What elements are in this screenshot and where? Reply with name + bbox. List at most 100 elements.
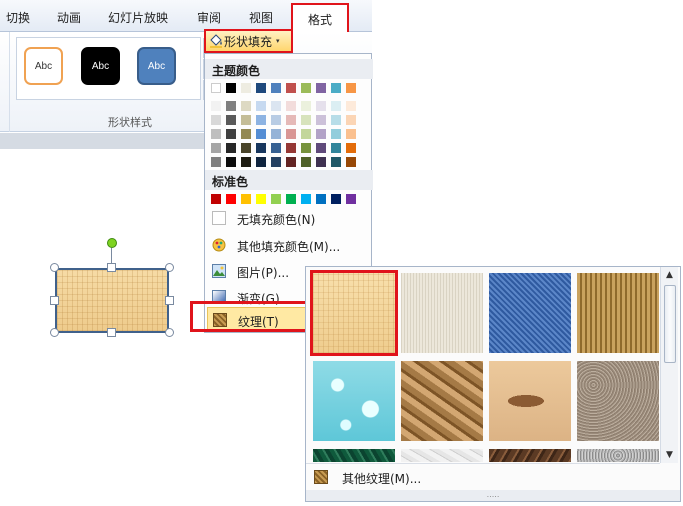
shape-style-orange-outline[interactable]: Abc <box>24 47 63 85</box>
menu-item-no-fill[interactable]: 无填充颜色(N) <box>205 206 373 230</box>
texture-denim[interactable] <box>489 273 571 353</box>
theme-color-swatch[interactable] <box>301 83 311 93</box>
theme-shade-swatch[interactable] <box>256 157 266 167</box>
resize-handle-right[interactable] <box>165 296 174 305</box>
tab-review[interactable]: 审阅 <box>197 9 221 26</box>
theme-shade-swatch[interactable] <box>346 101 356 111</box>
texture-white-marble[interactable] <box>401 449 483 462</box>
theme-shade-swatch[interactable] <box>256 129 266 139</box>
standard-color-swatch[interactable] <box>331 194 341 204</box>
theme-shade-swatch[interactable] <box>331 129 341 139</box>
rotation-handle[interactable] <box>107 238 117 248</box>
theme-shade-swatch[interactable] <box>226 101 236 111</box>
standard-color-swatch[interactable] <box>241 194 251 204</box>
tab-transitions[interactable]: 切换 <box>6 9 30 26</box>
menu-item-more-colors[interactable]: 其他填充颜色(M)... <box>205 233 373 257</box>
standard-color-swatch[interactable] <box>346 194 356 204</box>
theme-shade-swatch[interactable] <box>211 101 221 111</box>
texture-green-marble[interactable] <box>313 449 395 462</box>
theme-shade-swatch[interactable] <box>331 115 341 125</box>
theme-shade-swatch[interactable] <box>286 115 296 125</box>
scroll-down-icon[interactable]: ▼ <box>663 449 676 461</box>
texture-granite[interactable] <box>577 449 659 462</box>
scroll-up-icon[interactable]: ▲ <box>663 269 676 281</box>
theme-shade-swatch[interactable] <box>301 115 311 125</box>
theme-color-swatch[interactable] <box>226 83 236 93</box>
texture-papyrus[interactable] <box>310 270 398 356</box>
theme-shade-swatch[interactable] <box>316 115 326 125</box>
resize-handle-bottom-right[interactable] <box>165 328 174 337</box>
theme-shade-swatch[interactable] <box>316 101 326 111</box>
standard-color-swatch[interactable] <box>211 194 221 204</box>
theme-shade-swatch[interactable] <box>271 101 281 111</box>
standard-color-swatch[interactable] <box>256 194 266 204</box>
theme-color-swatch[interactable] <box>241 83 251 93</box>
theme-shade-swatch[interactable] <box>316 143 326 153</box>
resize-handle-top-right[interactable] <box>165 263 174 272</box>
texture-water-droplets[interactable] <box>313 361 395 441</box>
theme-shade-swatch[interactable] <box>316 157 326 167</box>
texture-sand[interactable] <box>577 361 659 441</box>
theme-shade-swatch[interactable] <box>226 143 236 153</box>
tab-animations[interactable]: 动画 <box>57 9 81 26</box>
resize-grip[interactable]: ..... <box>306 490 680 501</box>
theme-color-swatch[interactable] <box>331 83 341 93</box>
standard-color-swatch[interactable] <box>301 194 311 204</box>
theme-shade-swatch[interactable] <box>226 157 236 167</box>
theme-shade-swatch[interactable] <box>241 157 251 167</box>
theme-shade-swatch[interactable] <box>316 129 326 139</box>
theme-shade-swatch[interactable] <box>256 115 266 125</box>
theme-shade-swatch[interactable] <box>286 157 296 167</box>
standard-color-swatch[interactable] <box>271 194 281 204</box>
theme-shade-swatch[interactable] <box>211 143 221 153</box>
theme-shade-swatch[interactable] <box>331 101 341 111</box>
theme-shade-swatch[interactable] <box>286 129 296 139</box>
resize-handle-top[interactable] <box>107 263 116 272</box>
resize-handle-left[interactable] <box>50 296 59 305</box>
theme-color-swatch[interactable] <box>346 83 356 93</box>
theme-shade-swatch[interactable] <box>331 143 341 153</box>
texture-paper-bag[interactable] <box>401 361 483 441</box>
texture-scrollbar[interactable]: ▲ ▼ <box>660 267 678 463</box>
theme-shade-swatch[interactable] <box>241 101 251 111</box>
theme-shade-swatch[interactable] <box>256 101 266 111</box>
theme-color-swatch[interactable] <box>271 83 281 93</box>
tab-slideshow[interactable]: 幻灯片放映 <box>108 9 168 26</box>
theme-shade-swatch[interactable] <box>271 115 281 125</box>
theme-shade-swatch[interactable] <box>331 157 341 167</box>
theme-color-swatch[interactable] <box>211 83 221 93</box>
theme-shade-swatch[interactable] <box>271 143 281 153</box>
shape-style-black[interactable]: Abc <box>81 47 120 85</box>
theme-shade-swatch[interactable] <box>301 143 311 153</box>
theme-color-swatch[interactable] <box>316 83 326 93</box>
tab-format[interactable]: 格式 <box>291 3 349 32</box>
theme-shade-swatch[interactable] <box>301 157 311 167</box>
theme-shade-swatch[interactable] <box>271 129 281 139</box>
scroll-thumb[interactable] <box>664 285 676 363</box>
theme-shade-swatch[interactable] <box>301 129 311 139</box>
standard-color-swatch[interactable] <box>316 194 326 204</box>
theme-shade-swatch[interactable] <box>226 115 236 125</box>
theme-color-swatch[interactable] <box>286 83 296 93</box>
theme-shade-swatch[interactable] <box>346 115 356 125</box>
more-textures-item[interactable]: 其他纹理(M)... <box>306 464 680 490</box>
theme-shade-swatch[interactable] <box>211 157 221 167</box>
texture-canvas[interactable] <box>401 273 483 353</box>
standard-color-swatch[interactable] <box>226 194 236 204</box>
texture-fish-fossil[interactable] <box>489 361 571 441</box>
tab-view[interactable]: 视图 <box>249 9 273 26</box>
texture-woven-mat[interactable] <box>577 273 659 353</box>
theme-shade-swatch[interactable] <box>346 157 356 167</box>
theme-shade-swatch[interactable] <box>301 101 311 111</box>
theme-shade-swatch[interactable] <box>346 143 356 153</box>
theme-shade-swatch[interactable] <box>241 115 251 125</box>
shape-style-blue[interactable]: Abc <box>137 47 176 85</box>
shape-fill-button[interactable]: 形状填充 ▾ <box>204 29 293 53</box>
theme-shade-swatch[interactable] <box>211 129 221 139</box>
texture-brown-marble[interactable] <box>489 449 571 462</box>
theme-shade-swatch[interactable] <box>256 143 266 153</box>
standard-color-swatch[interactable] <box>286 194 296 204</box>
theme-shade-swatch[interactable] <box>241 143 251 153</box>
theme-shade-swatch[interactable] <box>226 129 236 139</box>
theme-shade-swatch[interactable] <box>346 129 356 139</box>
